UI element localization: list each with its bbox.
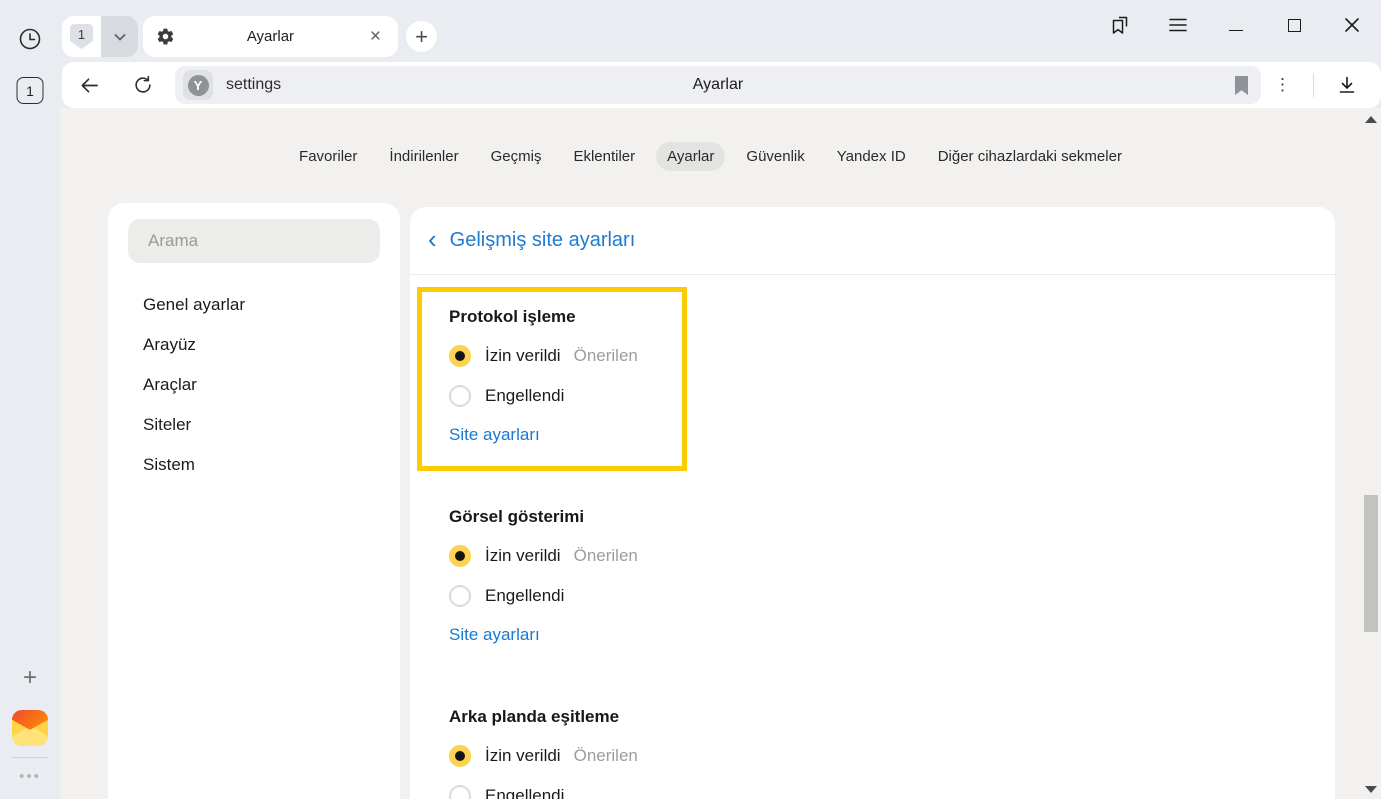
maximize-icon[interactable] xyxy=(1283,14,1305,36)
back-chevron-icon: ‹ xyxy=(428,226,437,252)
site-settings-link[interactable]: Site ayarları xyxy=(449,620,729,650)
nav-tab-eklentiler[interactable]: Eklentiler xyxy=(562,142,646,171)
sidebar-item-siteler[interactable]: Siteler xyxy=(108,405,400,445)
nav-tab-diger-cihazlar[interactable]: Diğer cihazlardaki sekmeler xyxy=(927,142,1133,171)
settings-sidebar: Genel ayarlar Arayüz Araçlar Siteler Sis… xyxy=(108,203,400,799)
site-settings-link[interactable]: Site ayarları xyxy=(449,420,682,450)
radio-option-izin-verildi[interactable]: İzin verildi Önerilen xyxy=(449,536,729,576)
sidebar-item-genel-ayarlar[interactable]: Genel ayarlar xyxy=(108,285,400,325)
recommended-badge: Önerilen xyxy=(574,346,638,366)
reload-icon[interactable] xyxy=(128,70,158,100)
tab-group-chip[interactable]: 1 xyxy=(62,16,138,57)
gear-icon xyxy=(156,27,175,46)
radio-selected-icon[interactable] xyxy=(449,745,471,767)
radio-unselected-icon[interactable] xyxy=(449,585,471,607)
collections-icon[interactable] xyxy=(1109,14,1131,36)
nav-tab-guvenlik[interactable]: Güvenlik xyxy=(735,142,815,171)
recommended-badge: Önerilen xyxy=(574,746,638,766)
toolbar-divider xyxy=(1313,73,1314,97)
back-icon[interactable] xyxy=(74,70,104,100)
url-text: settings xyxy=(226,76,281,94)
tab-count-badge[interactable]: 1 xyxy=(17,77,44,104)
radio-option-engellendi[interactable]: Engellendi xyxy=(449,776,729,799)
rail-divider xyxy=(12,757,48,758)
option-label[interactable]: Engellendi xyxy=(485,786,564,799)
option-label[interactable]: Engellendi xyxy=(485,386,564,406)
mail-flap xyxy=(12,710,48,732)
section-title: Arka planda eşitleme xyxy=(449,704,729,730)
section-protokol-isleme: Protokol işleme İzin verildi Önerilen En… xyxy=(417,287,687,471)
address-bar[interactable]: Y settings Ayarlar xyxy=(175,66,1261,104)
option-label[interactable]: İzin verildi xyxy=(485,746,561,766)
minimize-icon[interactable] xyxy=(1225,14,1247,36)
sidebar-menu: Genel ayarlar Arayüz Araçlar Siteler Sis… xyxy=(108,285,400,485)
omnibox-page-title: Ayarlar xyxy=(175,76,1261,94)
scrollbar-thumb[interactable] xyxy=(1364,495,1378,632)
option-label[interactable]: İzin verildi xyxy=(485,546,561,566)
search-input[interactable] xyxy=(128,231,380,251)
tab-group-badge: 1 xyxy=(70,24,93,49)
tab-close-icon[interactable]: × xyxy=(366,25,385,48)
radio-selected-icon[interactable] xyxy=(449,545,471,567)
scroll-down-icon[interactable] xyxy=(1365,786,1377,793)
nav-tab-favoriler[interactable]: Favoriler xyxy=(288,142,368,171)
titlebar: 1 Ayarlar × + xyxy=(60,0,1381,62)
page-header-back[interactable]: ‹ Gelişmiş site ayarları xyxy=(410,207,1335,275)
sidebar-item-araclar[interactable]: Araçlar xyxy=(108,365,400,405)
tab-group-count[interactable]: 1 xyxy=(62,16,101,57)
rail-plus-icon[interactable]: + xyxy=(16,664,44,692)
search-box[interactable] xyxy=(128,219,380,263)
option-label[interactable]: İzin verildi xyxy=(485,346,561,366)
sidebar-item-arayuz[interactable]: Arayüz xyxy=(108,325,400,365)
history-clock-icon[interactable] xyxy=(16,25,44,53)
radio-option-izin-verildi[interactable]: İzin verildi Önerilen xyxy=(449,736,729,776)
radio-unselected-icon[interactable] xyxy=(449,785,471,799)
browser-tab-ayarlar[interactable]: Ayarlar × xyxy=(143,16,398,57)
rail-more-icon[interactable]: ••• xyxy=(12,766,48,786)
chevron-down-icon[interactable] xyxy=(101,16,138,57)
close-icon[interactable] xyxy=(1341,14,1363,36)
radio-option-izin-verildi[interactable]: İzin verildi Önerilen xyxy=(449,336,682,376)
yandex-favicon: Y xyxy=(188,75,209,96)
section-arka-planda-esitleme: Arka planda eşitleme İzin verildi Öneril… xyxy=(449,704,729,799)
hamburger-menu-icon[interactable] xyxy=(1167,14,1189,36)
nav-tab-indirilenler[interactable]: İndirilenler xyxy=(378,142,469,171)
nav-tab-gecmis[interactable]: Geçmiş xyxy=(480,142,553,171)
page-title: Gelişmiş site ayarları xyxy=(450,229,636,252)
browser-toolbar: Y settings Ayarlar ⋮ xyxy=(62,62,1381,108)
scroll-up-icon[interactable] xyxy=(1365,116,1377,123)
settings-nav-tabs: Favoriler İndirilenler Geçmiş Eklentiler… xyxy=(60,142,1361,171)
radio-option-engellendi[interactable]: Engellendi xyxy=(449,376,682,416)
site-info-badge[interactable]: Y xyxy=(183,70,213,100)
left-rail: 1 + ••• xyxy=(0,0,60,799)
window-controls xyxy=(1109,10,1363,40)
bookmark-icon[interactable] xyxy=(1234,76,1249,95)
nav-tab-yandex-id[interactable]: Yandex ID xyxy=(826,142,917,171)
sidebar-item-sistem[interactable]: Sistem xyxy=(108,445,400,485)
recommended-badge: Önerilen xyxy=(574,546,638,566)
tab-title: Ayarlar xyxy=(175,28,366,45)
more-options-icon[interactable]: ⋮ xyxy=(1262,75,1303,95)
settings-page: Favoriler İndirilenler Geçmiş Eklentiler… xyxy=(60,108,1381,799)
section-gorsel-gosterimi: Görsel gösterimi İzin verildi Önerilen E… xyxy=(449,504,729,650)
toolbar-actions: ⋮ xyxy=(1262,70,1381,100)
nav-tab-ayarlar[interactable]: Ayarlar xyxy=(656,142,725,171)
option-label[interactable]: Engellendi xyxy=(485,586,564,606)
download-icon[interactable] xyxy=(1330,70,1364,100)
radio-unselected-icon[interactable] xyxy=(449,385,471,407)
page-scrollbar xyxy=(1361,108,1381,799)
section-title: Görsel gösterimi xyxy=(449,504,729,530)
radio-selected-icon[interactable] xyxy=(449,345,471,367)
radio-option-engellendi[interactable]: Engellendi xyxy=(449,576,729,616)
mail-icon[interactable] xyxy=(12,710,48,746)
section-title: Protokol işleme xyxy=(449,304,682,330)
new-tab-button[interactable]: + xyxy=(406,21,437,52)
settings-main-panel: ‹ Gelişmiş site ayarları Protokol işleme… xyxy=(410,207,1335,799)
